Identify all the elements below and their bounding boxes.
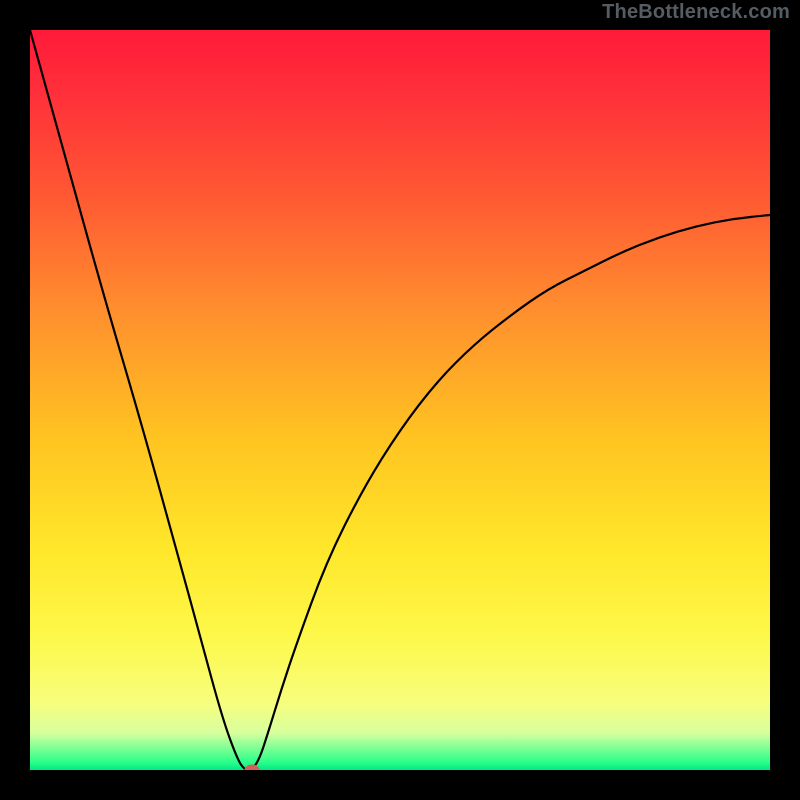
watermark: TheBottleneck.com bbox=[602, 1, 790, 24]
optimal-marker-icon bbox=[245, 765, 260, 771]
curve-svg bbox=[30, 30, 770, 770]
chart-container: TheBottleneck.com bbox=[0, 0, 800, 800]
bottleneck-curve bbox=[30, 30, 770, 770]
plot-area bbox=[30, 30, 770, 770]
